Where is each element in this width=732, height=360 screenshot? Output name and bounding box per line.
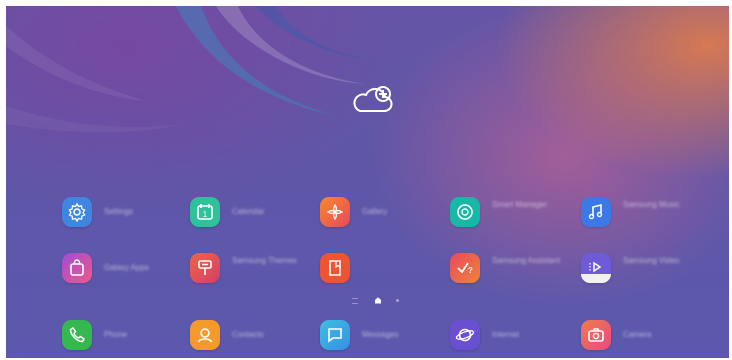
calendar-icon: 1: [190, 197, 220, 227]
app-samsung-video[interactable]: Samsung Video: [581, 253, 691, 287]
app-gallery[interactable]: Gallery: [320, 197, 430, 231]
gallery-icon: [320, 197, 350, 227]
svg-text:?: ?: [468, 266, 473, 275]
home-screen: Settings 1 Calendar Gallery Smart Manage…: [6, 6, 729, 358]
contacts-icon: [190, 320, 220, 350]
phone-icon: [62, 320, 92, 350]
app-label-smart-manager: Smart Manager: [492, 200, 548, 209]
shopping-bag-icon: [62, 253, 92, 283]
smart-manager-icon: [450, 197, 480, 227]
app-contacts[interactable]: Contacts: [190, 320, 300, 354]
app-label-gallery: Gallery: [362, 207, 388, 216]
add-widget-cloud-button[interactable]: [352, 84, 396, 118]
app-messages[interactable]: Messages: [320, 320, 430, 354]
app-camera[interactable]: Camera: [581, 320, 691, 354]
app-label-contacts: Contacts: [232, 330, 264, 339]
camera-icon: [581, 320, 611, 350]
app-notes[interactable]: [320, 253, 430, 287]
app-samsung-music[interactable]: Samsung Music: [581, 197, 691, 231]
app-smart-manager[interactable]: Smart Manager: [450, 197, 560, 231]
themes-icon: [190, 253, 220, 283]
app-phone[interactable]: Phone: [62, 320, 172, 354]
app-label-samsung-assistant: Samsung Assistant: [492, 256, 561, 265]
app-galaxy-apps[interactable]: Galaxy Apps: [62, 253, 172, 287]
app-label-internet: Internet: [492, 330, 520, 339]
messages-icon: [320, 320, 350, 350]
notes-icon: [320, 253, 350, 283]
app-label-samsung-themes: Samsung Themes: [232, 256, 297, 265]
assistant-icon: ?: [450, 253, 480, 283]
internet-icon: [450, 320, 480, 350]
app-label-calendar: Calendar: [232, 207, 265, 216]
video-icon: [581, 253, 611, 283]
app-label-camera: Camera: [623, 330, 652, 339]
home-icon: [375, 297, 381, 304]
app-settings[interactable]: Settings: [62, 197, 172, 231]
cloud-add-icon: [353, 86, 393, 112]
app-label-messages: Messages: [362, 330, 399, 339]
app-samsung-assistant[interactable]: ? Samsung Assistant: [450, 253, 560, 287]
app-label-samsung-video: Samsung Video: [623, 256, 680, 265]
app-label-phone: Phone: [104, 330, 128, 339]
page-indicator-menu: [352, 298, 358, 304]
page-indicator[interactable]: [352, 296, 412, 306]
app-calendar[interactable]: 1 Calendar: [190, 197, 300, 231]
app-label-samsung-music: Samsung Music: [623, 200, 680, 209]
app-label-settings: Settings: [104, 207, 133, 216]
settings-icon: [62, 197, 92, 227]
music-icon: [581, 197, 611, 227]
app-internet[interactable]: Internet: [450, 320, 560, 354]
app-label-galaxy-apps: Galaxy Apps: [104, 263, 149, 272]
svg-text:1: 1: [203, 210, 208, 219]
app-samsung-themes[interactable]: Samsung Themes: [190, 253, 300, 287]
page-dot: [396, 299, 399, 302]
